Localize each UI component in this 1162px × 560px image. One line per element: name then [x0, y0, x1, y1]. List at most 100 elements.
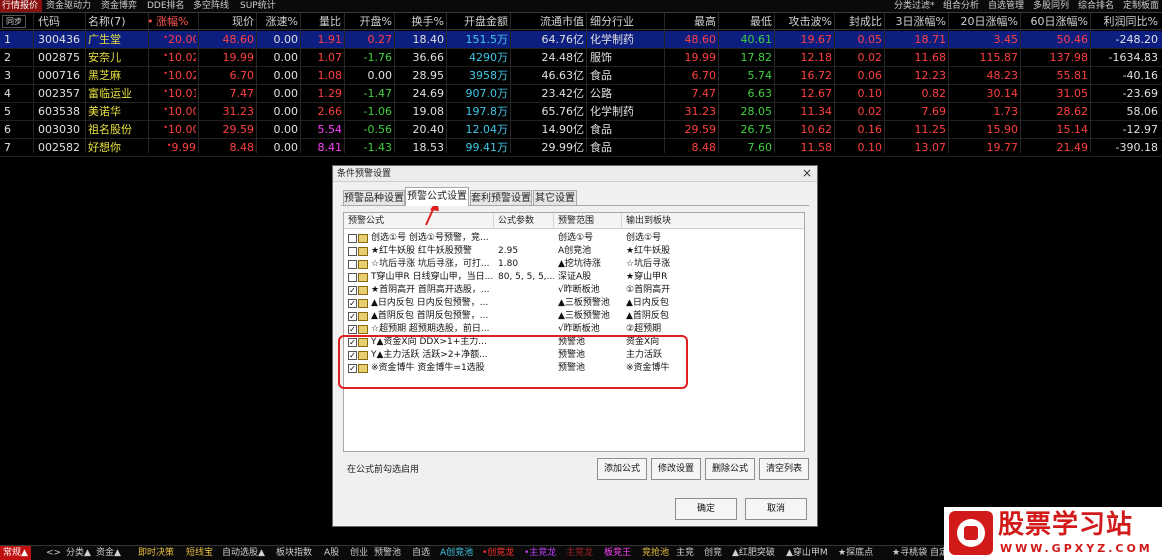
- cell-turnover-wrap: 18.53: [396, 139, 445, 157]
- bottom-tab[interactable]: ▲穿山甲M: [786, 546, 828, 560]
- top-link-filter[interactable]: 分类过滤*: [894, 0, 940, 12]
- col-name[interactable]: 名称(7): [88, 13, 138, 30]
- list-col-output[interactable]: 输出到板块: [622, 213, 804, 229]
- bottom-tab[interactable]: 常规▲: [0, 546, 31, 560]
- bottom-tab[interactable]: A创竞池: [440, 546, 473, 560]
- list-col-range[interactable]: 预警范围: [554, 213, 622, 229]
- top-link-overall-rank[interactable]: 综合排名: [1078, 0, 1118, 12]
- table-row[interactable]: 2 002875 安奈儿 •10.02 19.99 0.00 1.07 -1.76 36.66 4…: [0, 49, 1162, 67]
- bottom-tab[interactable]: 板块指数: [276, 546, 312, 560]
- bottom-tab[interactable]: 创竞: [704, 546, 722, 560]
- modify-settings-button[interactable]: 修改设置: [651, 458, 701, 480]
- top-link-multi-stock[interactable]: 多股同列: [1033, 0, 1073, 12]
- col-profit[interactable]: 利润同比%: [1092, 13, 1158, 30]
- clear-list-button[interactable]: 清空列表: [759, 458, 809, 480]
- formula-checkbox[interactable]: ✓: [348, 312, 357, 321]
- col-code[interactable]: 代码: [38, 13, 78, 30]
- bottom-tab[interactable]: 创业: [350, 546, 368, 560]
- bottom-tab[interactable]: A股: [324, 546, 339, 560]
- col-change-pct[interactable]: 涨幅%: [156, 13, 196, 30]
- bottom-tab[interactable]: 自选: [412, 546, 430, 560]
- top-tab-dde-rank[interactable]: DDE排名: [147, 0, 187, 12]
- formula-checkbox[interactable]: ✓: [348, 286, 357, 295]
- col-open-pct[interactable]: 开盘%: [350, 13, 392, 30]
- top-tab-sup-stats[interactable]: SUP统计: [240, 0, 280, 12]
- formula-item[interactable]: ✓ ▲日内反包 日内反包预警，... ▲三板预警池 ▲日内反包: [344, 297, 804, 310]
- add-formula-button[interactable]: 添加公式: [597, 458, 647, 480]
- tab-arbitrage-settings[interactable]: 套利预警设置: [470, 190, 532, 206]
- table-row[interactable]: 6 003030 祖名股份 •10.00 29.59 0.00 5.54 -0.56 20.40…: [0, 121, 1162, 139]
- bottom-tab[interactable]: 主竞龙: [566, 546, 593, 560]
- sync-button[interactable]: 同步: [2, 15, 26, 28]
- cell-industry: 食品: [590, 141, 612, 154]
- formula-item[interactable]: ✓ ★首阴高开 首阴高开选股，... √昨断板池 ①首阴高开: [344, 284, 804, 297]
- formula-item[interactable]: ✓ ▲首阴反包 首阴反包预警，... ▲三板预警池 ▲首阴反包: [344, 310, 804, 323]
- formula-list[interactable]: 预警公式 公式参数 预警范围 输出到板块 创选①号 创选①号预警，竞... 创选①…: [343, 212, 805, 452]
- cell-open_amt: 197.8万: [465, 105, 509, 118]
- top-tab-capital-drive[interactable]: 资金驱动力: [46, 0, 96, 12]
- cell-float_cap-wrap: 46.63亿: [512, 67, 585, 85]
- bottom-tab[interactable]: <>: [46, 546, 61, 560]
- bottom-tab[interactable]: 分类▲: [66, 546, 91, 560]
- bottom-tab[interactable]: ★探底点: [838, 546, 873, 560]
- close-icon[interactable]: ×: [800, 167, 814, 180]
- table-row[interactable]: 1 300436 广生堂 •20.00 48.60 0.00 1.91 0.27 18.40 15…: [0, 31, 1162, 49]
- bottom-tab[interactable]: 资金▲: [96, 546, 121, 560]
- col-60d[interactable]: 60日涨幅%: [1018, 13, 1088, 30]
- cancel-button[interactable]: 取消: [745, 498, 807, 520]
- table-row[interactable]: 7 002582 好想你 •9.99 8.48 0.00 8.41 -1.43 18.53 99.…: [0, 139, 1162, 157]
- list-col-params[interactable]: 公式参数: [494, 213, 554, 229]
- col-high[interactable]: 最高: [680, 13, 716, 30]
- cell-seal-wrap: 0.02: [836, 49, 883, 67]
- bottom-tab[interactable]: 主竞: [676, 546, 694, 560]
- formula-checkbox[interactable]: [348, 234, 357, 243]
- col-low[interactable]: 最低: [740, 13, 772, 30]
- top-tab-capital-game[interactable]: 资金博弈: [101, 0, 141, 12]
- col-20d[interactable]: 20日涨幅%: [948, 13, 1018, 30]
- col-turnover[interactable]: 换手%: [400, 13, 444, 30]
- formula-item[interactable]: ★红牛妖股 红牛妖股预警 2.95 A创竞池 ★红牛妖股: [344, 245, 804, 258]
- bottom-tab[interactable]: ▲红肥突破: [732, 546, 775, 560]
- bottom-tab[interactable]: 竞抢池: [642, 546, 669, 560]
- tab-other-settings[interactable]: 其它设置: [533, 190, 577, 206]
- top-tab-long-short[interactable]: 多空阵线: [193, 0, 233, 12]
- top-link-watchlist[interactable]: 自选管理: [988, 0, 1028, 12]
- col-attack[interactable]: 攻击波%: [780, 13, 832, 30]
- top-link-portfolio[interactable]: 组合分析: [943, 0, 983, 12]
- col-open-amount[interactable]: 开盘金额: [448, 13, 508, 30]
- bottom-tab[interactable]: 短线宝: [186, 546, 213, 560]
- bottom-tab[interactable]: 自动选股▲: [222, 546, 265, 560]
- delete-formula-button[interactable]: 删除公式: [705, 458, 755, 480]
- bottom-tab[interactable]: ★寻桃袋: [892, 546, 927, 560]
- formula-item[interactable]: ☆坑后寻涨 坑后寻涨，可打... 1.80 ▲挖坑待涨 ☆坑后寻涨: [344, 258, 804, 271]
- col-float-cap[interactable]: 流通市值: [524, 13, 584, 30]
- col-3d[interactable]: 3日涨幅%: [884, 13, 946, 30]
- formula-checkbox[interactable]: ✓: [348, 299, 357, 308]
- formula-checkbox[interactable]: [348, 260, 357, 269]
- formula-checkbox[interactable]: ✓: [348, 325, 357, 334]
- list-col-formula[interactable]: 预警公式: [344, 213, 494, 229]
- col-vol-ratio[interactable]: 量比: [305, 13, 341, 30]
- bottom-tab[interactable]: 预警池: [374, 546, 401, 560]
- bottom-tab[interactable]: 板竞王: [604, 546, 631, 560]
- top-link-custom-layout[interactable]: 定制板面: [1123, 0, 1162, 12]
- col-seal-ratio[interactable]: 封成比: [838, 13, 882, 30]
- top-tab-quotes[interactable]: 行情报价: [0, 0, 42, 12]
- col-speed[interactable]: 涨速%: [260, 13, 298, 30]
- col-price[interactable]: 现价: [218, 13, 254, 30]
- formula-item[interactable]: 创选①号 创选①号预警，竞... 创选①号 创选①号: [344, 232, 804, 245]
- bottom-tab[interactable]: •创竞龙: [482, 546, 514, 560]
- formula-item[interactable]: T穿山甲R 日线穿山甲，当日... 80, 5, 5, 5,... 深证A股 ★穿山甲…: [344, 271, 804, 284]
- cell-open_pct: -1.06: [363, 105, 392, 118]
- table-row[interactable]: 3 000716 黑芝麻 •10.02 6.70 0.00 1.08 0.00 28.95 395…: [0, 67, 1162, 85]
- ok-button[interactable]: 确定: [675, 498, 737, 520]
- bottom-tab[interactable]: •主竞龙: [524, 546, 556, 560]
- formula-checkbox[interactable]: [348, 247, 357, 256]
- bottom-tab[interactable]: 即时决策: [138, 546, 174, 560]
- col-industry[interactable]: 细分行业: [590, 13, 650, 30]
- tab-formula-settings[interactable]: 预警公式设置: [405, 187, 469, 206]
- formula-checkbox[interactable]: [348, 273, 357, 282]
- table-row[interactable]: 5 603538 美诺华 •10.00 31.23 0.00 2.66 -1.06 19.08 1…: [0, 103, 1162, 121]
- tab-symbol-settings[interactable]: 预警品种设置: [343, 190, 405, 206]
- table-row[interactable]: 4 002357 富临运业 •10.01 7.47 0.00 1.29 -1.47 24.69 9…: [0, 85, 1162, 103]
